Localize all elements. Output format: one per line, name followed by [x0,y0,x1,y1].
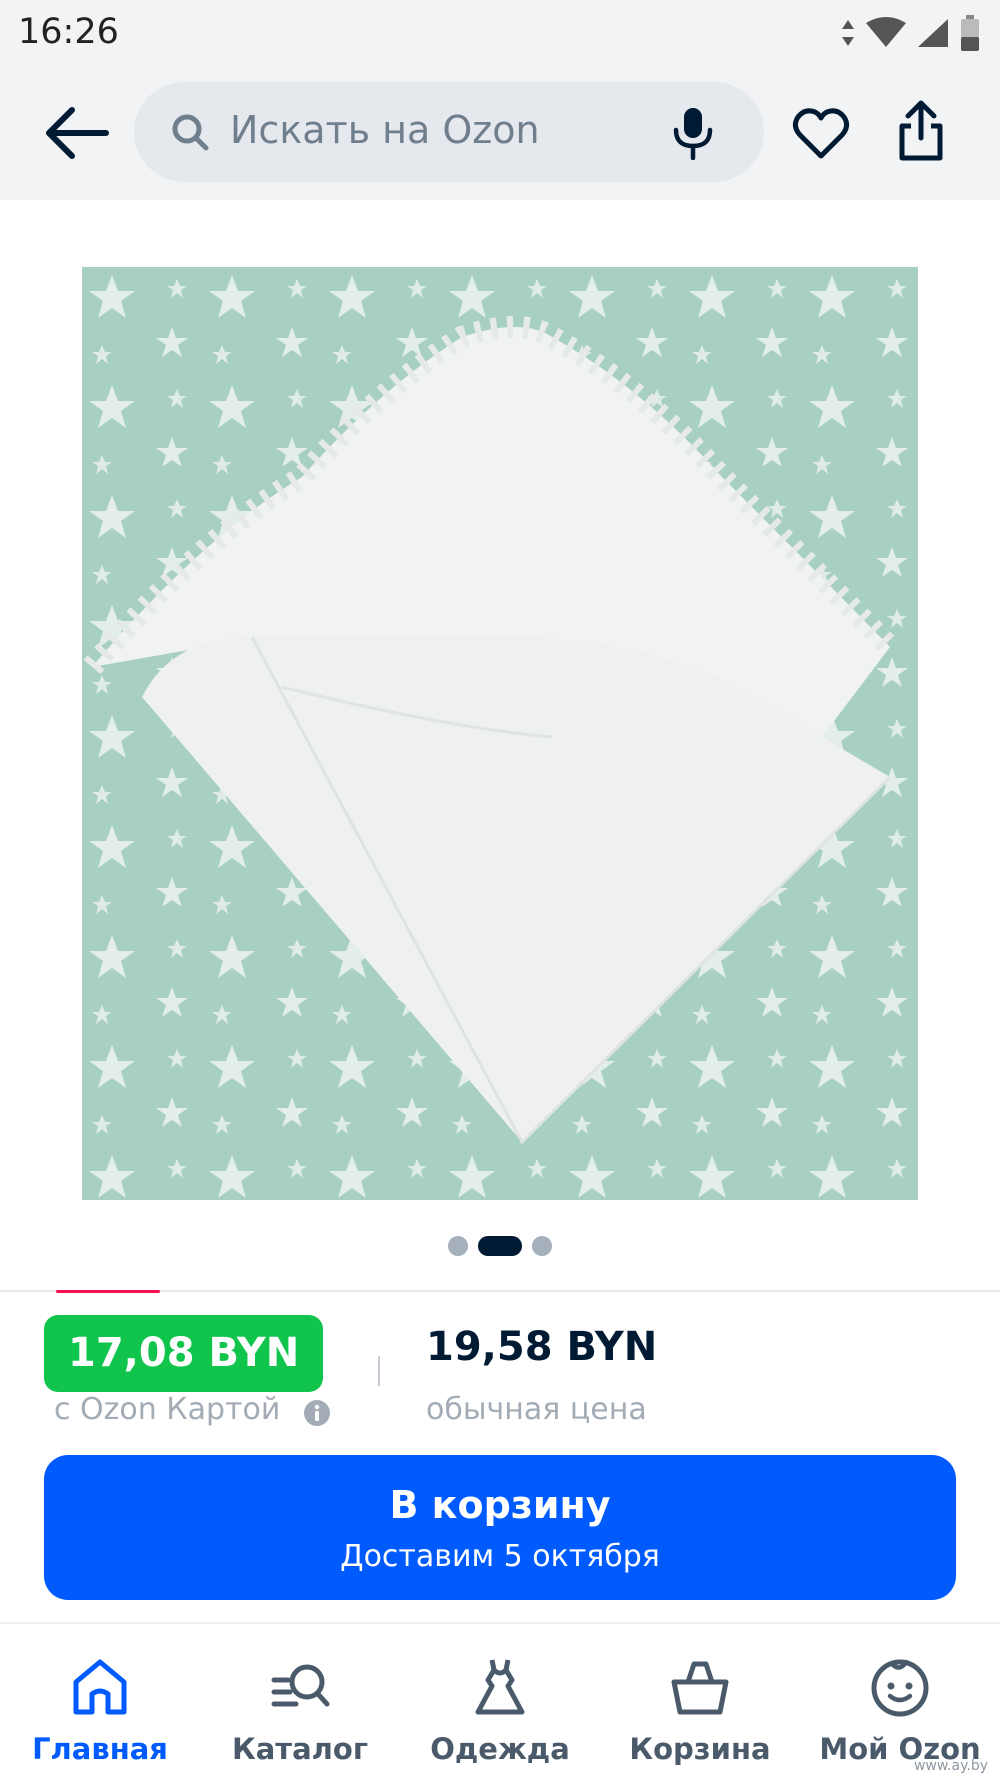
status-icons [840,14,980,52]
nav-cart[interactable]: Корзина [600,1644,800,1774]
search-icon [172,114,209,151]
add-to-cart-label: В корзину [389,1483,611,1527]
data-arrows-icon [842,20,854,46]
back-arrow-icon[interactable] [42,102,112,164]
status-bar: 16:26 [0,0,1000,66]
product-gallery[interactable] [0,200,1000,1290]
bottom-nav: Главная Каталог Одежда Корзина Мой Ozon … [0,1622,1000,1780]
search-input[interactable]: Искать на Ozon [134,82,764,182]
nav-catalog-label: Каталог [232,1732,368,1766]
signal-icon [918,19,948,47]
top-bar: Искать на Ozon [0,66,1000,200]
ozon-card-price[interactable]: 17,08 BYN [44,1315,324,1392]
watermark: www.ay.by [913,1758,988,1774]
nav-clothes[interactable]: Одежда [400,1644,600,1774]
nav-catalog[interactable]: Каталог [200,1644,400,1774]
nav-cart-label: Корзина [629,1732,771,1766]
heart-icon[interactable] [792,106,850,162]
nav-my-ozon[interactable]: Мой Ozon [800,1644,1000,1774]
nav-clothes-label: Одежда [430,1732,570,1766]
regular-price: 19,58 BYN [426,1324,658,1370]
gallery-dot-active[interactable] [478,1236,522,1256]
share-icon[interactable] [896,100,946,162]
price-section: 17,08 BYN с Ozon Картой 19,58 BYN обычна… [0,1292,1000,1428]
basket-icon [671,1661,729,1715]
gallery-dot[interactable] [448,1236,468,1256]
add-to-cart-button[interactable]: В корзину Доставим 5 октября [44,1455,956,1600]
info-icon[interactable] [304,1400,330,1426]
dress-icon [475,1659,525,1715]
smile-icon [871,1659,929,1717]
product-photo[interactable] [82,267,918,1200]
microphone-icon[interactable] [670,106,716,160]
wifi-icon [866,17,906,47]
ozon-card-label: с Ozon Картой [54,1392,281,1427]
gallery-dot[interactable] [532,1236,552,1256]
home-icon [73,1659,127,1715]
gallery-dots [0,1234,1000,1258]
delivery-date: Доставим 5 октября [340,1539,660,1574]
search-placeholder: Искать на Ozon [230,108,540,152]
regular-price-label: обычная цена [426,1392,647,1427]
nav-home-label: Главная [32,1732,168,1766]
battery-icon [961,15,979,51]
catalog-search-icon [271,1664,330,1707]
nav-home[interactable]: Главная [0,1644,200,1774]
status-time: 16:26 [18,12,119,52]
price-separator [378,1356,380,1386]
